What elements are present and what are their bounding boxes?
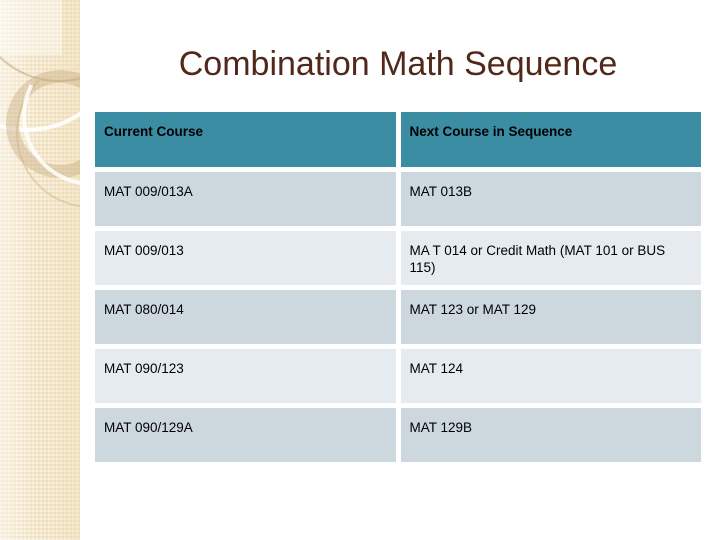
table-header-row: Current Course Next Course in Sequence [95,112,701,167]
page-title: Combination Math Sequence [178,45,618,83]
column-header-next-course: Next Course in Sequence [400,112,701,167]
slide-canvas: Combination Math Sequence Current Course… [0,0,720,540]
decorative-sidebar [0,0,80,540]
table-row: MAT 080/014 MAT 123 or MAT 129 [95,290,701,344]
cell-current-course: MAT 009/013 [95,231,396,285]
cell-next-course: MAT 013B [400,172,701,226]
course-sequence-table: Current Course Next Course in Sequence M… [90,107,706,467]
table-header: Current Course Next Course in Sequence [95,112,701,167]
cell-current-course: MAT 080/014 [95,290,396,344]
column-header-current-course: Current Course [95,112,396,167]
cell-next-course: MAT 123 or MAT 129 [400,290,701,344]
table-body: MAT 009/013A MAT 013B MAT 009/013 MA T 0… [95,172,701,462]
table-row: MAT 090/123 MAT 124 [95,349,701,403]
cell-current-course: MAT 009/013A [95,172,396,226]
table-row: MAT 090/129A MAT 129B [95,408,701,462]
table-row: MAT 009/013 MA T 014 or Credit Math (MAT… [95,231,701,285]
cell-next-course: MA T 014 or Credit Math (MAT 101 or BUS … [400,231,701,285]
cell-current-course: MAT 090/123 [95,349,396,403]
table-row: MAT 009/013A MAT 013B [95,172,701,226]
cell-current-course: MAT 090/129A [95,408,396,462]
cell-next-course: MAT 124 [400,349,701,403]
cell-next-course: MAT 129B [400,408,701,462]
